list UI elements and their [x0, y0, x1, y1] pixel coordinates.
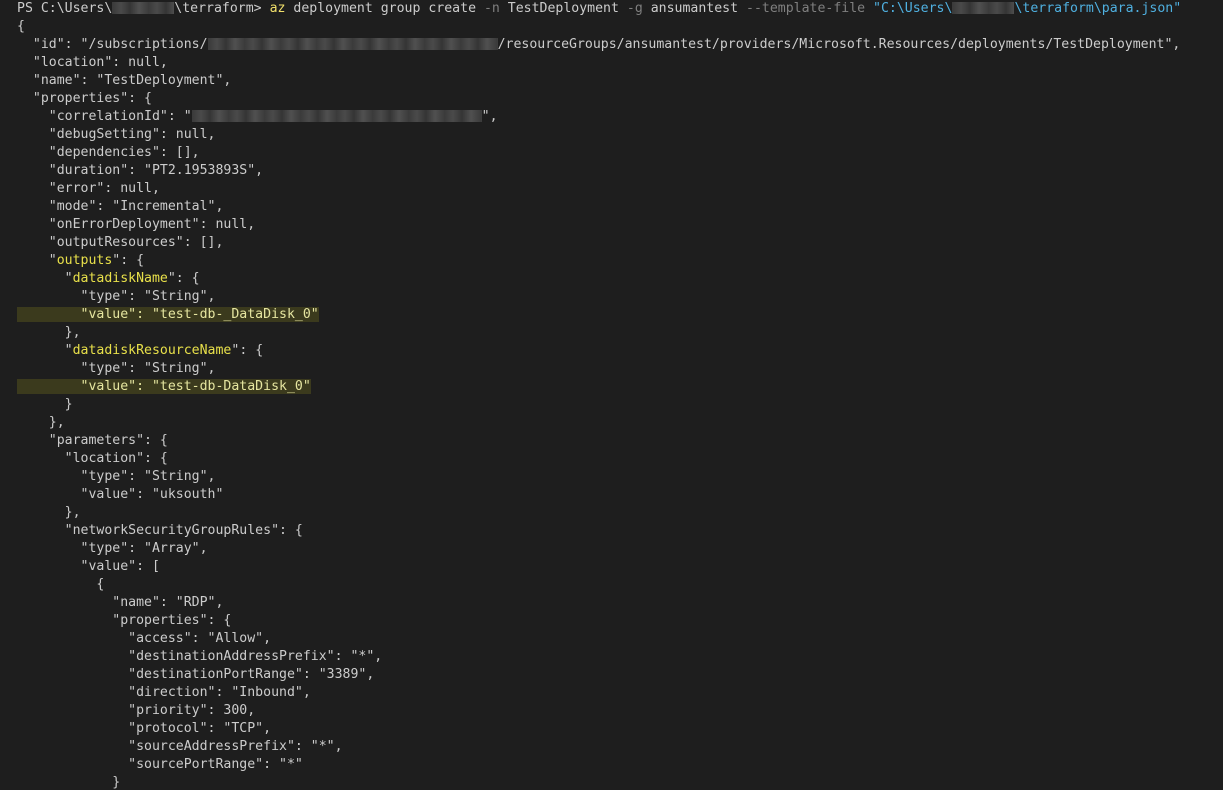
output-line: "parameters": {	[17, 433, 168, 448]
output-line: "type": "String",	[17, 361, 216, 376]
command-name: az	[269, 1, 286, 16]
output-line: "networkSecurityGroupRules": {	[17, 523, 303, 538]
output-line-outputs: "outputs": {	[0, 252, 1223, 270]
id-rest: /resourceGroups/ansumantest/providers/Mi…	[497, 37, 1181, 52]
output-line: "onErrorDeployment": null,	[17, 217, 256, 232]
output-line: "location": {	[17, 451, 168, 466]
output-line: "name": "RDP",	[17, 595, 224, 610]
datadiskresourcename-key: datadiskResourceName	[72, 343, 232, 358]
output-line-highlight: "value": "test-db-DataDisk_0"	[0, 378, 1223, 396]
redacted-path-username	[952, 2, 1015, 14]
output-line: }	[17, 775, 121, 790]
outputs-quote: "	[17, 253, 57, 268]
outputs-open: ": {	[112, 253, 145, 268]
redacted-subscription-id	[207, 38, 498, 50]
template-path-suffix: \terraform\para.json"	[1014, 1, 1182, 16]
output-line: "value": "uksouth"	[17, 487, 224, 502]
id-key: "id": "/subscriptions/	[17, 37, 208, 52]
resource-group: ansumantest	[642, 1, 746, 16]
output-line-datadiskresourcename: "datadiskResourceName": {	[0, 342, 1223, 360]
datadiskresourcename-quote: "	[17, 343, 73, 358]
correlation-key: "correlationId": "	[17, 109, 192, 124]
command-args: deployment group create	[285, 1, 484, 16]
output-line: "type": "String",	[17, 289, 216, 304]
correlation-end: ",	[481, 109, 498, 124]
datadiskname-quote: "	[17, 271, 73, 286]
output-line: },	[17, 415, 65, 430]
output-line: "properties": {	[17, 91, 152, 106]
output-line: }	[17, 397, 73, 412]
output-line: "value": [	[17, 559, 160, 574]
output-line: "destinationPortRange": "3389",	[17, 667, 375, 682]
prompt-prefix: PS C:\Users\	[17, 1, 113, 16]
output-line: {	[17, 19, 25, 34]
redacted-correlation-id	[191, 110, 482, 122]
output-line: "outputResources": [],	[17, 235, 224, 250]
output-line: },	[17, 505, 81, 520]
output-line-id: "id": "/subscriptions/ /resourceGroups/an…	[0, 36, 1223, 54]
output-line: "direction": "Inbound",	[17, 685, 311, 700]
output-line: "priority": 300,	[17, 703, 256, 718]
flag-template-file: --template-file	[746, 1, 866, 16]
output-line: "access": "Allow",	[17, 631, 272, 646]
output-line: "debugSetting": null,	[17, 127, 216, 142]
highlighted-datadiskname-value: "value": "test-db-_DataDisk_0"	[17, 307, 319, 322]
output-line: "location": null,	[17, 55, 168, 70]
template-path-prefix: "C:\Users\	[865, 1, 953, 16]
prompt-line: PS C:\Users\ \terraform> az deployment gr…	[0, 0, 1223, 18]
output-line: "name": "TestDeployment",	[17, 73, 232, 88]
highlighted-datadiskresourcename-value: "value": "test-db-DataDisk_0"	[17, 379, 311, 394]
datadiskresourcename-open: ": {	[231, 343, 264, 358]
output-line-correlation: "correlationId": " ",	[0, 108, 1223, 126]
output-line: "dependencies": [],	[17, 145, 200, 160]
datadiskname-open: ": {	[167, 271, 200, 286]
output-line: "mode": "Incremental",	[17, 199, 224, 214]
output-line: "error": null,	[17, 181, 160, 196]
output-line-datadiskname: "datadiskName": {	[0, 270, 1223, 288]
output-line: "type": "Array",	[17, 541, 208, 556]
terminal-window[interactable]: PS C:\Users\ \terraform> az deployment gr…	[0, 0, 1223, 790]
redacted-username	[112, 2, 175, 14]
output-line-highlight: "value": "test-db-_DataDisk_0"	[0, 306, 1223, 324]
output-line: "protocol": "TCP",	[17, 721, 272, 736]
flag-n: -n	[483, 1, 500, 16]
datadiskname-key: datadiskName	[72, 271, 168, 286]
outputs-key: outputs	[56, 253, 113, 268]
output-line: "sourceAddressPrefix": "*",	[17, 739, 343, 754]
output-line: "destinationAddressPrefix": "*",	[17, 649, 383, 664]
flag-g: -g	[626, 1, 643, 16]
output-line: "sourcePortRange": "*"	[17, 757, 303, 772]
prompt-suffix: \terraform>	[174, 1, 270, 16]
deployment-name: TestDeployment	[499, 1, 627, 16]
output-line: {	[17, 577, 105, 592]
output-line: },	[17, 325, 81, 340]
output-line: "duration": "PT2.1953893S",	[17, 163, 264, 178]
output-line: "properties": {	[17, 613, 232, 628]
output-line: "type": "String",	[17, 469, 216, 484]
